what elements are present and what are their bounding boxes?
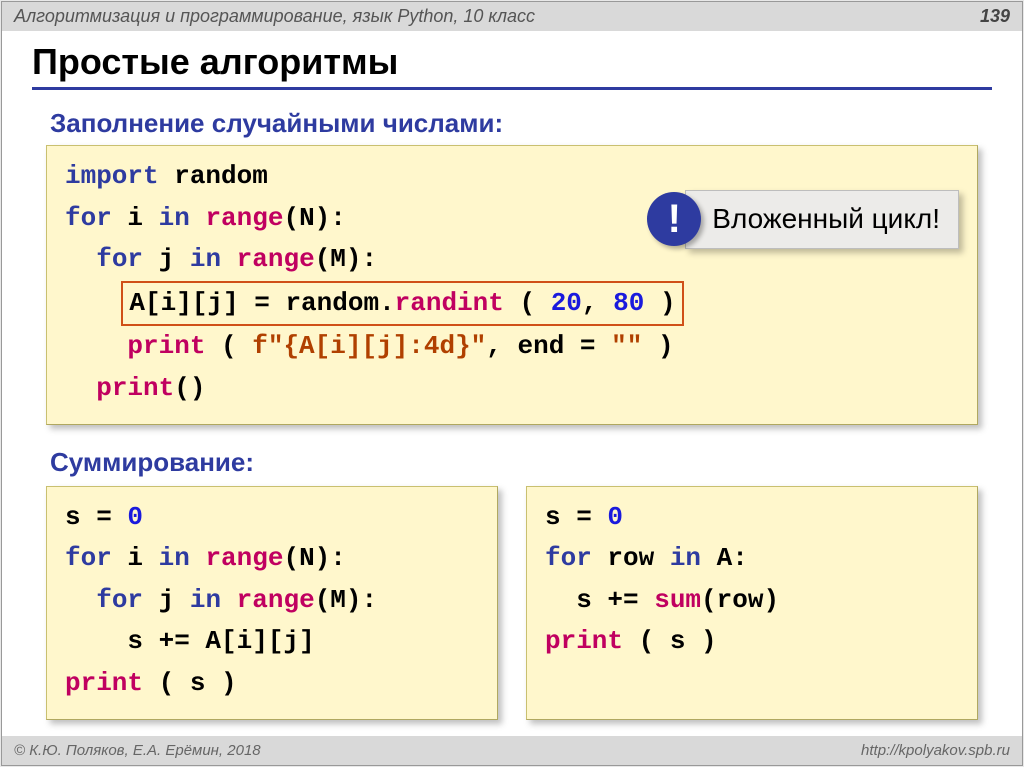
callout-text: Вложенный цикл! <box>685 190 959 249</box>
highlight-frame: A[i][j] = random.randint ( 20, 80 ) <box>121 281 683 327</box>
section-random-label: Заполнение случайными числами: <box>50 108 978 139</box>
sum-columns: s = 0 for i in range(N): for j in range(… <box>46 486 978 720</box>
slide-title: Простые алгоритмы <box>2 31 1022 87</box>
code-random-fill: import random for i in range(N): for j i… <box>46 145 978 425</box>
slide: Алгоритмизация и программирование, язык … <box>1 1 1023 766</box>
footer-url: http://kpolyakov.spb.ru <box>861 742 1010 759</box>
callout-nested-loop: ! Вложенный цикл! <box>647 190 959 249</box>
code-sum-indices: s = 0 for i in range(N): for j in range(… <box>46 486 498 720</box>
slide-footer: © К.Ю. Поляков, Е.А. Ерёмин, 2018 http:/… <box>2 736 1022 765</box>
section-sum-label: Суммирование: <box>50 447 978 478</box>
title-underline <box>32 87 992 90</box>
copyright-text: © К.Ю. Поляков, Е.А. Ерёмин, 2018 <box>14 742 261 759</box>
code-sum-rows: s = 0 for row in A: s += sum(row) print … <box>526 486 978 720</box>
slide-header: Алгоритмизация и программирование, язык … <box>2 2 1022 31</box>
subject-text: Алгоритмизация и программирование, язык … <box>14 6 535 27</box>
slide-content: Заполнение случайными числами: import ra… <box>2 102 1022 736</box>
page-number: 139 <box>980 6 1010 27</box>
